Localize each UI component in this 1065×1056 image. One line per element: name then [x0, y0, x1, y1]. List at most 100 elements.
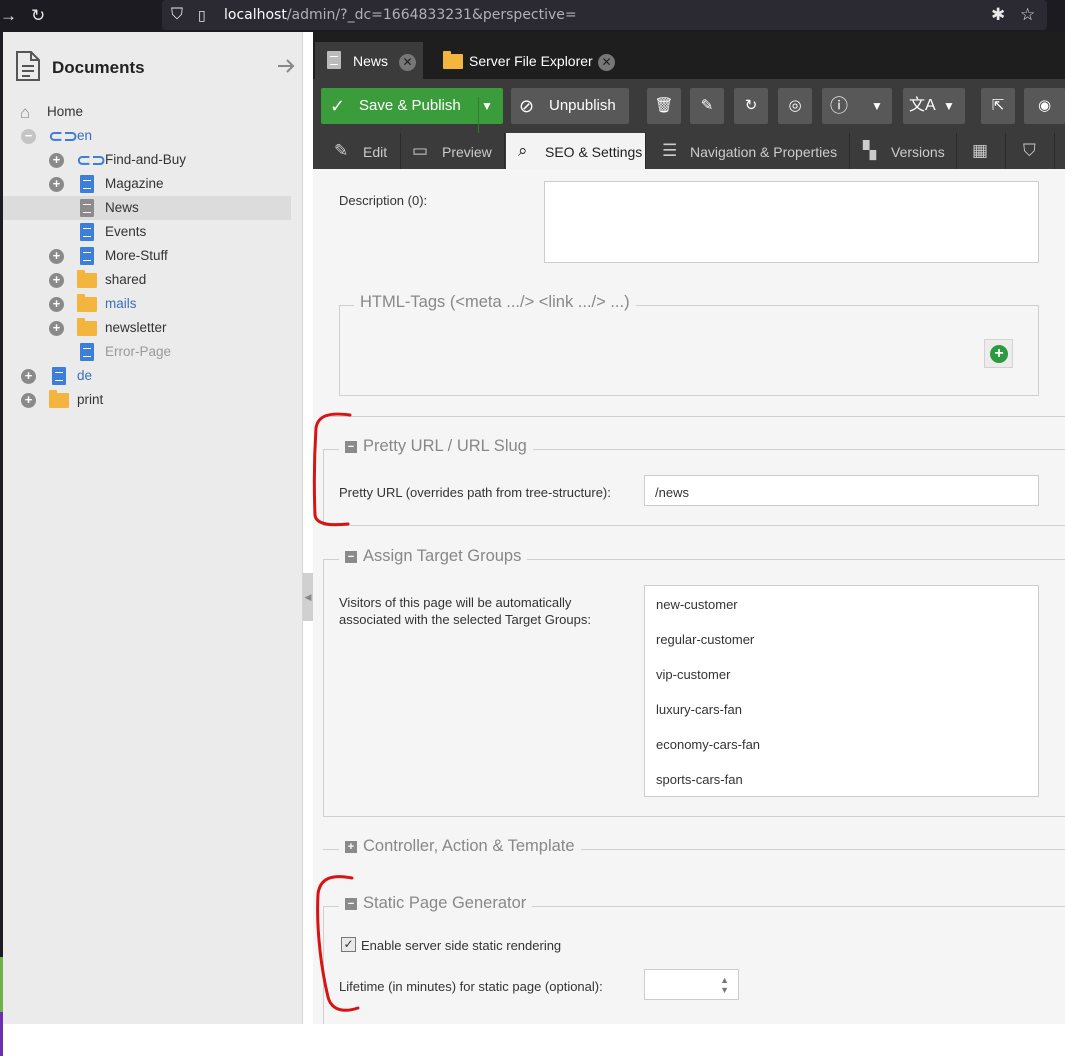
expand-icon[interactable]: + [49, 273, 64, 288]
rename-button[interactable]: ✎ [690, 88, 724, 124]
panel-collapse-handle[interactable]: ◀ [303, 573, 313, 621]
tree-item-find-and-buy[interactable]: + ⊂⊃ Find-and-Buy [3, 148, 291, 172]
tree-item-label: print [77, 392, 104, 407]
tree-item-error-page[interactable]: Error-Page [3, 340, 291, 364]
tree-item-magazine[interactable]: + Magazine [3, 172, 291, 196]
target-groups-legend[interactable]: − Assign Target Groups [339, 547, 528, 566]
close-icon[interactable]: ✕ [598, 54, 615, 71]
preview-button[interactable]: ◉ [1024, 88, 1065, 124]
folder-icon [49, 390, 69, 408]
tree-item-mails[interactable]: + mails [3, 292, 291, 316]
collapse-arrow-icon[interactable] [277, 58, 295, 74]
shield-icon[interactable]: ⛉ [171, 5, 183, 25]
unpublish-button[interactable]: ⊘ Unpublish [511, 88, 629, 124]
url-text[interactable]: localhost/admin/?_dc=1664833231&perspect… [224, 7, 577, 23]
tab-schedule[interactable]: ▦ [958, 133, 1006, 169]
target-groups-label-line1: Visitors of this page will be automatica… [339, 595, 572, 610]
document-subtabs: ✎ Edit ▭ Preview ⌕ SEO & Settings ☰ Navi… [313, 133, 1065, 169]
page-icon [80, 199, 94, 217]
pretty-url-legend[interactable]: − Pretty URL / URL Slug [339, 437, 533, 456]
target-groups-label-line2: associated with the selected Target Grou… [339, 612, 591, 627]
info-icon: ⓘ [830, 96, 848, 116]
tree-item-en[interactable]: − ⊂⊃ en [3, 124, 291, 148]
locate-button[interactable]: ◎ [778, 88, 812, 124]
tab-versions[interactable]: ▚ Versions [851, 133, 957, 169]
documents-panel: Documents ⌂ Home − ⊂⊃ en + ⊂⊃ Find-and-B… [3, 32, 303, 1024]
tree-item-events[interactable]: Events [3, 220, 291, 244]
spinner-down-icon[interactable]: ▼ [720, 986, 729, 995]
tab-seo-settings[interactable]: ⌕ SEO & Settings [506, 133, 646, 169]
calendar-icon: ▦ [972, 141, 989, 160]
list-item[interactable]: economy-cars-fan [656, 737, 760, 752]
add-html-tag-button[interactable]: + [984, 339, 1013, 368]
tree-item-de[interactable]: + de [3, 364, 291, 388]
close-icon[interactable]: ✕ [399, 54, 416, 71]
back-arrow-icon[interactable]: → [0, 6, 17, 26]
tree-item-label: Home [47, 104, 84, 119]
reload-icon: ↻ [744, 97, 758, 114]
bug-icon[interactable]: ✱ [991, 5, 1005, 25]
static-page-legend[interactable]: − Static Page Generator [339, 894, 533, 913]
prohibited-icon: ⊘ [519, 96, 535, 116]
html-tags-fieldset [339, 305, 1039, 396]
info-button[interactable]: ⓘ ▼ [822, 88, 892, 124]
list-item[interactable]: sports-cars-fan [656, 772, 743, 787]
list-item[interactable]: vip-customer [656, 667, 730, 682]
collapse-icon[interactable]: − [345, 551, 357, 563]
static-rendering-checkbox[interactable]: ✓ [341, 937, 356, 952]
tree-item-news[interactable]: News [3, 196, 291, 220]
collapse-icon[interactable]: − [345, 898, 357, 910]
reload-icon[interactable]: ↻ [31, 6, 45, 26]
chevron-down-icon[interactable]: ▼ [943, 88, 955, 124]
expand-icon[interactable]: + [49, 153, 64, 168]
tree-item-home[interactable]: ⌂ Home [3, 100, 291, 124]
tab-notes[interactable]: ⛉ [1007, 133, 1055, 169]
link-icon: ⊂⊃ [48, 126, 79, 146]
save-publish-button[interactable]: ✓ Save & Publish ▼ [321, 88, 503, 133]
description-textarea[interactable] [544, 181, 1039, 263]
expand-icon[interactable]: + [49, 321, 64, 336]
sliders-icon: ☰ [662, 141, 678, 160]
delete-button[interactable]: 🗑 [647, 88, 681, 124]
tree-item-print[interactable]: + print [3, 388, 291, 412]
reload-button[interactable]: ↻ [734, 88, 768, 124]
collapse-icon[interactable]: − [21, 129, 36, 144]
translate-button[interactable]: 文A ▼ [903, 88, 965, 124]
main-area: News ✕ Server File Explorer ✕ ✓ Save & P… [313, 32, 1065, 1024]
external-link-icon: ⇱ [991, 97, 1005, 114]
tab-server-file-explorer[interactable]: Server File Explorer ✕ [433, 42, 623, 79]
expand-icon[interactable]: + [49, 297, 64, 312]
list-item[interactable]: regular-customer [656, 632, 754, 647]
tree-item-newsletter[interactable]: + newsletter [3, 316, 291, 340]
tab-news[interactable]: News ✕ [315, 42, 423, 79]
expand-icon[interactable]: + [345, 841, 357, 853]
chevron-down-icon[interactable]: ▼ [871, 88, 883, 124]
translate-icon: 文A [909, 97, 936, 114]
static-lifetime-input[interactable]: ▲ ▼ [644, 969, 739, 1000]
tree-item-shared[interactable]: + shared [3, 268, 291, 292]
list-item[interactable]: luxury-cars-fan [656, 702, 742, 717]
document-icon [16, 51, 40, 81]
expand-icon[interactable]: + [49, 177, 64, 192]
home-icon: ⌂ [20, 103, 31, 122]
tab-navigation-properties[interactable]: ☰ Navigation & Properties [647, 133, 850, 169]
list-item[interactable]: new-customer [656, 597, 738, 612]
pretty-url-input[interactable]: /news [644, 475, 1039, 506]
static-rendering-label: Enable server side static rendering [361, 938, 562, 953]
target-groups-listbox[interactable]: new-customer regular-customer vip-custom… [644, 585, 1039, 797]
trash-icon: 🗑 [654, 97, 674, 114]
star-icon[interactable]: ☆ [1020, 5, 1035, 25]
tree-item-more-stuff[interactable]: + More-Stuff [3, 244, 291, 268]
collapse-icon[interactable]: − [345, 441, 357, 453]
expand-icon[interactable]: + [21, 393, 36, 408]
pencil-icon: ✎ [334, 141, 349, 160]
open-external-button[interactable]: ⇱ [981, 88, 1015, 124]
tab-preview[interactable]: ▭ Preview [401, 133, 505, 169]
expand-icon[interactable]: + [49, 249, 64, 264]
controller-legend[interactable]: + Controller, Action & Template [339, 837, 581, 856]
spinner-up-icon[interactable]: ▲ [720, 976, 729, 985]
eye-icon: ◉ [1037, 97, 1052, 114]
chevron-down-icon[interactable]: ▼ [481, 88, 493, 124]
tab-edit[interactable]: ✎ Edit [321, 133, 401, 169]
expand-icon[interactable]: + [21, 369, 36, 384]
